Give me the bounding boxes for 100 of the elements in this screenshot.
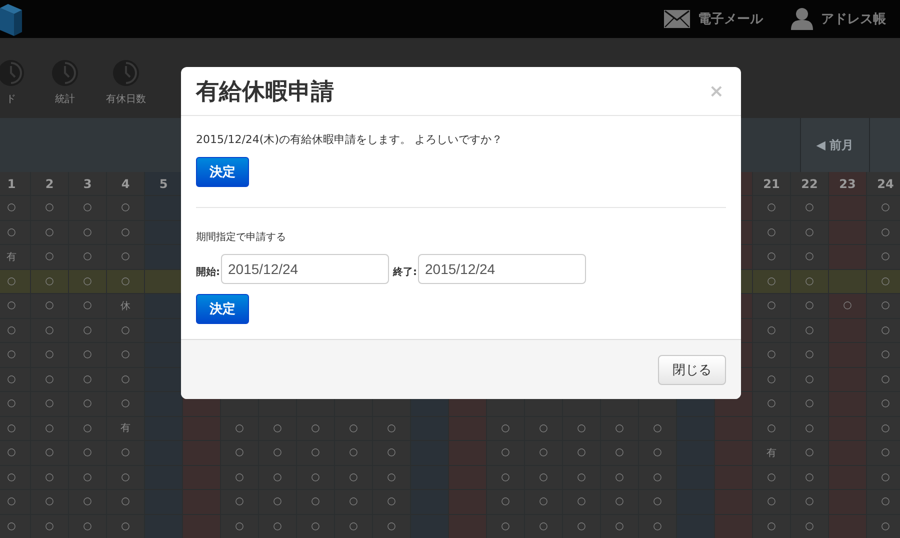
calendar-cell: ○ — [753, 416, 791, 441]
calendar-cell: ○ — [0, 270, 31, 294]
calendar-cell: ○ — [753, 318, 791, 343]
calendar-cell: ○ — [259, 441, 297, 466]
calendar-cell: ○ — [525, 416, 563, 441]
confirm-button[interactable]: 決定 — [196, 294, 249, 324]
calendar-cell: ○ — [791, 343, 829, 368]
calendar-cell: ○ — [0, 514, 31, 538]
day-header: 24 — [867, 172, 900, 196]
clock-icon — [0, 60, 24, 86]
calendar-cell: ○ — [0, 490, 31, 514]
calendar-cell: ○ — [601, 416, 639, 441]
calendar-cell: ○ — [753, 490, 791, 514]
calendar-cell: ○ — [0, 368, 31, 392]
calendar-cell: ○ — [69, 220, 107, 245]
calendar-cell: ○ — [221, 466, 259, 490]
calendar-cell: ○ — [335, 416, 373, 441]
calendar-cell: ○ — [259, 490, 297, 514]
calendar-cell: ○ — [69, 196, 107, 220]
confirm-button[interactable]: 決定 — [196, 157, 249, 187]
calendar-cell: ○ — [107, 318, 145, 343]
calendar-cell: ○ — [867, 270, 900, 294]
calendar-cell: ○ — [639, 416, 677, 441]
calendar-cell: ○ — [107, 514, 145, 538]
calendar-cell: ○ — [0, 318, 31, 343]
calendar-cell: ○ — [867, 343, 900, 368]
calendar-cell: ○ — [791, 270, 829, 294]
calendar-cell: ○ — [753, 392, 791, 416]
calendar-cell: ○ — [69, 441, 107, 466]
calendar-cell: ○ — [867, 416, 900, 441]
calendar-cell: ○ — [791, 466, 829, 490]
calendar-cell: ○ — [373, 514, 411, 538]
calendar-cell: ○ — [373, 441, 411, 466]
calendar-cell: ○ — [31, 318, 69, 343]
day-header: 1 — [0, 172, 31, 196]
calendar-cell: ○ — [791, 245, 829, 270]
calendar-cell: ○ — [753, 368, 791, 392]
top-bar-link[interactable]: 電子メール — [664, 10, 763, 28]
calendar-cell: ○ — [107, 343, 145, 368]
calendar-cell: ○ — [867, 368, 900, 392]
calendar-cell: ○ — [31, 441, 69, 466]
calendar-cell: ○ — [259, 416, 297, 441]
calendar-cell: ○ — [639, 514, 677, 538]
calendar-cell: ○ — [107, 441, 145, 466]
calendar-cell: ○ — [31, 514, 69, 538]
calendar-cell: ○ — [601, 490, 639, 514]
clock-icon — [52, 60, 78, 86]
calendar-cell: ○ — [563, 441, 601, 466]
calendar-cell: ○ — [0, 343, 31, 368]
calendar-cell: ○ — [525, 490, 563, 514]
calendar-cell: ○ — [69, 294, 107, 318]
calendar-cell: ○ — [487, 416, 525, 441]
calendar-cell: ○ — [107, 196, 145, 220]
calendar-cell: ○ — [335, 466, 373, 490]
calendar-cell: ○ — [0, 392, 31, 416]
toolbar-button[interactable]: 統計 — [38, 60, 92, 106]
envelope-icon — [664, 10, 690, 28]
calendar-cell: ○ — [601, 466, 639, 490]
day-header: 4 — [107, 172, 145, 196]
day-header: 23 — [829, 172, 867, 196]
calendar-cell: ○ — [791, 514, 829, 538]
calendar-cell: ○ — [107, 245, 145, 270]
calendar-cell: ○ — [753, 270, 791, 294]
calendar-cell: ○ — [867, 514, 900, 538]
calendar-cell: ○ — [69, 245, 107, 270]
calendar-cell: 休 — [107, 294, 145, 318]
calendar-cell: 有 — [107, 416, 145, 441]
calendar-cell: ○ — [601, 441, 639, 466]
calendar-cell: ○ — [69, 343, 107, 368]
calendar-cell: ○ — [525, 441, 563, 466]
calendar-cell: ○ — [563, 514, 601, 538]
calendar-cell: ○ — [69, 392, 107, 416]
calendar-cell: ○ — [525, 514, 563, 538]
end-date-field[interactable]: 2015/12/24 — [418, 254, 586, 284]
calendar-cell: ○ — [69, 270, 107, 294]
calendar-cell: ○ — [639, 466, 677, 490]
calendar-cell: ○ — [487, 441, 525, 466]
calendar-cell: ○ — [867, 466, 900, 490]
calendar-cell: ○ — [563, 466, 601, 490]
calendar-cell: ○ — [867, 220, 900, 245]
end-label: 終了: — [393, 266, 417, 279]
calendar-cell: ○ — [791, 368, 829, 392]
top-bar-link[interactable]: アドレス帳 — [791, 8, 886, 30]
calendar-cell: ○ — [259, 514, 297, 538]
toolbar-button[interactable]: ド — [0, 60, 38, 106]
calendar-cell: ○ — [107, 466, 145, 490]
calendar-cell: ○ — [107, 270, 145, 294]
calendar-cell: 有 — [0, 245, 31, 270]
previous-month-button[interactable]: ◀ 前月 — [800, 118, 870, 172]
start-date-field[interactable]: 2015/12/24 — [221, 254, 389, 284]
calendar-cell: ○ — [297, 416, 335, 441]
calendar-cell: ○ — [31, 343, 69, 368]
calendar-cell: ○ — [791, 196, 829, 220]
calendar-cell: ○ — [373, 490, 411, 514]
close-button[interactable]: 閉じる — [658, 354, 726, 384]
toolbar-button[interactable]: 有休日数 — [92, 60, 160, 106]
calendar-cell: ○ — [373, 466, 411, 490]
calendar-cell: ○ — [107, 368, 145, 392]
calendar-cell: ○ — [297, 514, 335, 538]
person-icon — [791, 8, 813, 30]
